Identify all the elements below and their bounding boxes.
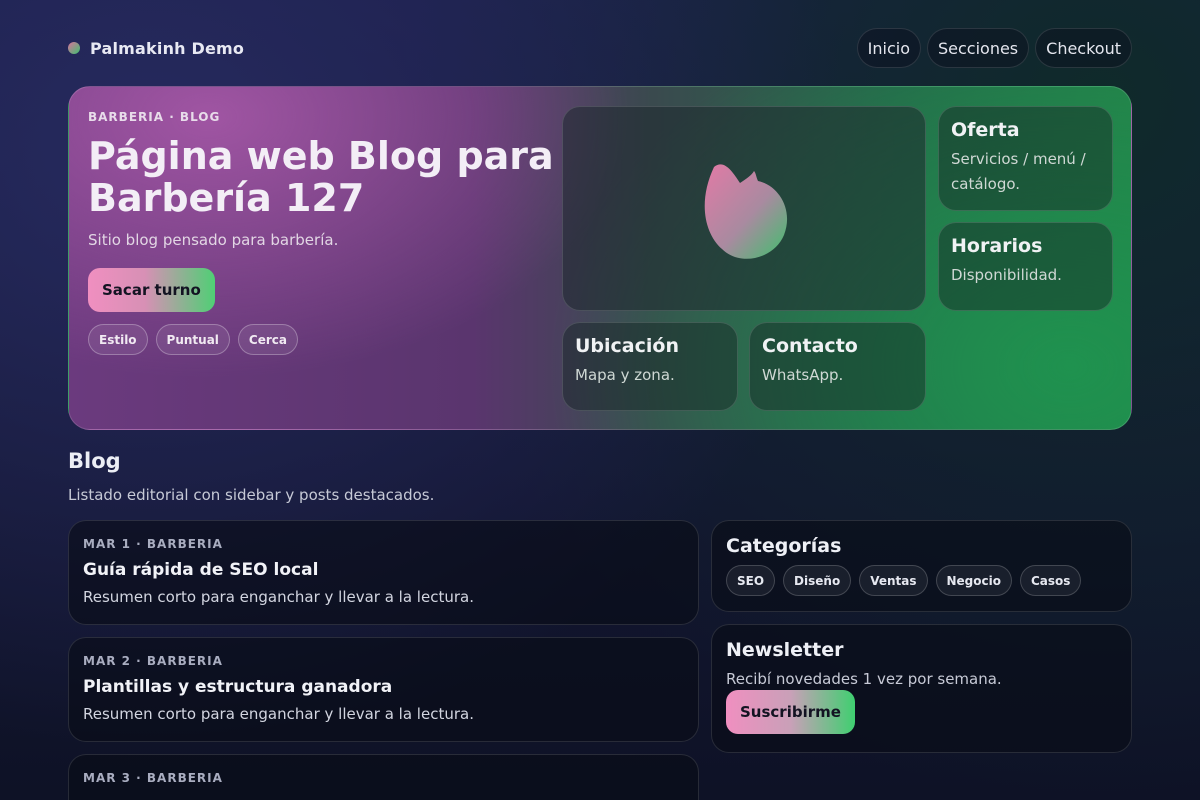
newsletter-title: Newsletter [726,639,844,661]
card-oferta-title: Oferta [951,119,1020,141]
nav-item-checkout[interactable]: Checkout [1035,28,1132,68]
tag-estilo: Estilo [88,324,148,355]
card-ubicacion-text: Mapa y zona. [575,366,675,384]
card-ubicacion-title: Ubicación [575,335,679,357]
blog-title: Blog [68,449,121,473]
brand-name: Palmakinh Demo [90,38,245,58]
hero-tags: Estilo Puntual Cerca [88,324,298,355]
card-horarios[interactable]: Horarios Disponibilidad. [938,222,1113,311]
post-title[interactable]: Plantillas y estructura ganadora [83,677,684,697]
hero-subtitle: Sitio blog pensado para barbería. [88,231,339,249]
card-contacto[interactable]: Contacto WhatsApp. [749,322,926,411]
card-ubicacion[interactable]: Ubicación Mapa y zona. [562,322,738,411]
nav-item-secciones[interactable]: Secciones [926,28,1030,68]
hero: BARBERIA · BLOG Página web Blog para Bar… [68,86,1132,430]
post-meta: MAR 3 · BARBERIA [83,771,223,785]
card-horarios-title: Horarios [951,235,1043,257]
card-oferta[interactable]: Oferta Servicios / menú / catálogo. [938,106,1113,211]
category-seo[interactable]: SEO [726,565,776,596]
hero-media [562,106,926,311]
card-horarios-text: Disponibilidad. [951,266,1062,284]
card-oferta-text: Servicios / menú / catálogo. [951,150,1086,193]
blog-subtitle: Listado editorial con sidebar y posts de… [68,486,435,504]
newsletter-panel: Newsletter Recibí novedades 1 vez por se… [711,624,1132,753]
brand-dot-icon [68,42,80,54]
subscribe-button[interactable]: Suscribirme [726,690,855,734]
category-casos[interactable]: Casos [1020,565,1082,596]
tag-puntual: Puntual [155,324,230,355]
hero-title: Página web Blog para Barbería 127 [88,134,554,220]
top-bar: Palmakinh Demo Inicio Secciones Checkout [68,28,1132,68]
category-chips: SEO Diseño Ventas Negocio Casos [726,565,1117,596]
post-card[interactable]: MAR 3 · BARBERIA [68,754,699,800]
hero-eyebrow: BARBERIA · BLOG [88,110,221,124]
categories-panel: Categorías SEO Diseño Ventas Negocio Cas… [711,520,1132,612]
post-excerpt: Resumen corto para enganchar y llevar a … [83,588,474,606]
category-negocio[interactable]: Negocio [935,565,1012,596]
category-ventas[interactable]: Ventas [859,565,928,596]
page: Palmakinh Demo Inicio Secciones Checkout… [0,0,1200,800]
post-meta: MAR 1 · BARBERIA [83,537,223,551]
card-contacto-text: WhatsApp. [762,366,844,384]
blob-logo-icon [704,163,788,259]
card-contacto-title: Contacto [762,335,858,357]
post-meta: MAR 2 · BARBERIA [83,654,223,668]
book-appointment-button[interactable]: Sacar turno [88,268,215,312]
brand[interactable]: Palmakinh Demo [68,39,244,58]
post-title[interactable]: Guía rápida de SEO local [83,560,684,580]
main-nav: Inicio Secciones Checkout [856,28,1132,68]
category-diseno[interactable]: Diseño [783,565,852,596]
post-card[interactable]: MAR 2 · BARBERIA Plantillas y estructura… [68,637,699,742]
post-card[interactable]: MAR 1 · BARBERIA Guía rápida de SEO loca… [68,520,699,625]
categories-title: Categorías [726,535,842,557]
newsletter-text: Recibí novedades 1 vez por semana. [726,670,1002,688]
post-excerpt: Resumen corto para enganchar y llevar a … [83,705,474,723]
tag-cerca: Cerca [237,324,298,355]
nav-item-inicio[interactable]: Inicio [856,28,921,68]
